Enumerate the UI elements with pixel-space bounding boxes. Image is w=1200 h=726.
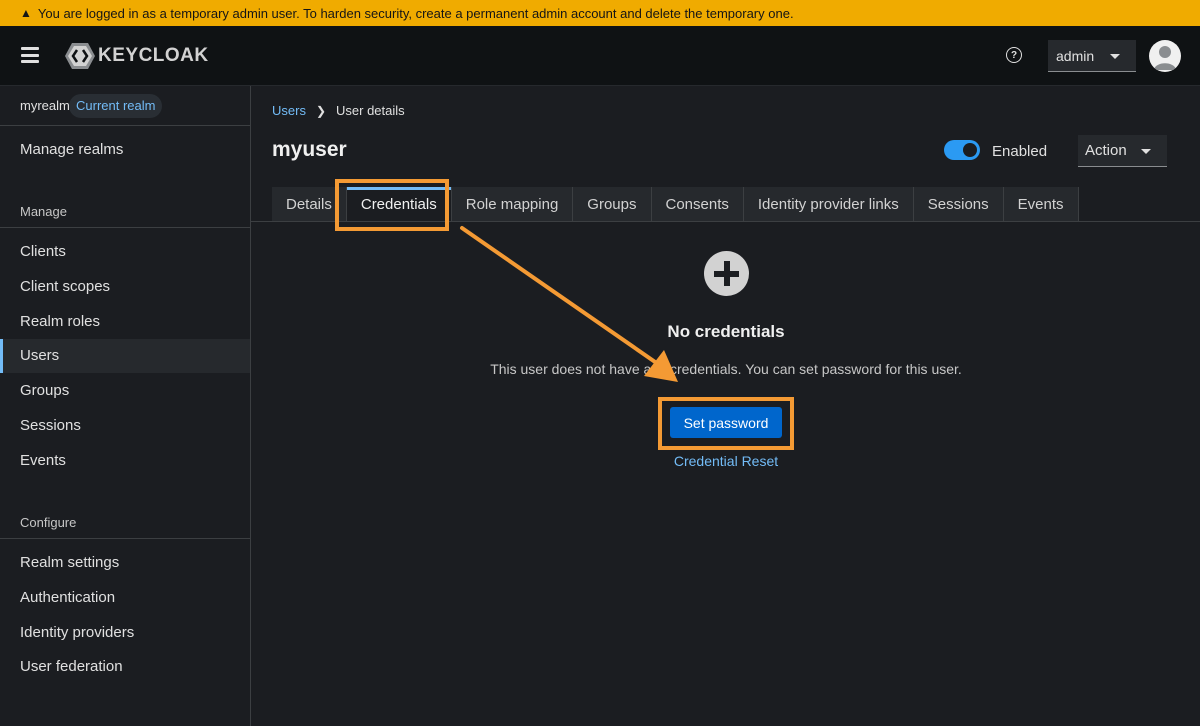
- sidebar-item-clients[interactable]: Clients: [0, 235, 250, 269]
- hamburger-menu-icon[interactable]: [21, 47, 39, 63]
- action-dropdown-label: Action: [1085, 142, 1127, 159]
- realm-selector[interactable]: myrealm Current realm: [0, 86, 250, 126]
- credentials-tab-highlight: [335, 179, 449, 231]
- masthead: KEYCLOAK ? admin: [0, 26, 1200, 86]
- sidebar-item-authentication[interactable]: Authentication: [0, 581, 250, 615]
- toggle-knob: [963, 143, 977, 157]
- keycloak-logo-icon: [65, 43, 95, 69]
- warning-icon: ▲: [20, 6, 32, 20]
- empty-state-title: No credentials: [667, 322, 785, 341]
- logo-text: KEYCLOAK: [98, 45, 209, 66]
- avatar[interactable]: [1149, 40, 1181, 72]
- user-avatar-icon: [1154, 46, 1176, 70]
- sidebar-item-groups[interactable]: Groups: [0, 374, 250, 408]
- sidebar: myrealm Current realm Manage realms Mana…: [0, 86, 251, 726]
- empty-state-body: This user does not have any credentials.…: [490, 361, 962, 377]
- divider: [0, 538, 250, 539]
- page-title: myuser: [272, 138, 347, 161]
- credential-reset-link[interactable]: Credential Reset: [0, 453, 1200, 469]
- sidebar-item-user-federation[interactable]: User federation: [0, 650, 250, 684]
- breadcrumb: Users ❯ User details: [272, 103, 405, 118]
- tab-events[interactable]: Events: [1003, 187, 1079, 222]
- sidebar-item-identity-providers[interactable]: Identity providers: [0, 616, 250, 650]
- temporary-admin-banner: ▲ You are logged in as a temporary admin…: [0, 0, 1200, 26]
- tab-consents[interactable]: Consents: [651, 187, 744, 222]
- caret-down-icon: [1110, 54, 1120, 59]
- breadcrumb-users-link[interactable]: Users: [272, 103, 306, 118]
- add-circle-icon: [704, 251, 749, 296]
- section-label-configure: Configure: [20, 515, 77, 530]
- user-menu-label: admin: [1056, 47, 1095, 64]
- chevron-right-icon: ❯: [315, 103, 327, 118]
- tab-sessions[interactable]: Sessions: [913, 187, 1004, 222]
- tab-role-mapping[interactable]: Role mapping: [451, 187, 574, 222]
- sidebar-item-client-scopes[interactable]: Client scopes: [0, 270, 250, 304]
- divider: [0, 227, 250, 228]
- help-icon[interactable]: ?: [1006, 47, 1022, 63]
- section-label-manage: Manage: [20, 204, 67, 219]
- enabled-label: Enabled: [992, 143, 1048, 160]
- sidebar-item-sessions[interactable]: Sessions: [0, 409, 250, 443]
- sidebar-item-manage-realms[interactable]: Manage realms: [0, 133, 250, 167]
- realm-name: myrealm: [20, 98, 70, 113]
- caret-down-icon: [1141, 149, 1151, 154]
- tab-identity-provider-links[interactable]: Identity provider links: [743, 187, 914, 222]
- keycloak-logo[interactable]: KEYCLOAK: [64, 42, 209, 70]
- tab-groups[interactable]: Groups: [573, 187, 652, 222]
- user-menu-dropdown[interactable]: admin: [1048, 40, 1136, 72]
- breadcrumb-current: User details: [336, 103, 405, 118]
- set-password-highlight: [658, 397, 794, 450]
- current-realm-badge: Current realm: [69, 94, 163, 118]
- action-dropdown[interactable]: Action: [1078, 135, 1167, 167]
- banner-text: You are logged in as a temporary admin u…: [37, 5, 794, 21]
- enabled-toggle[interactable]: [944, 140, 980, 160]
- sidebar-item-realm-settings[interactable]: Realm settings: [0, 546, 250, 580]
